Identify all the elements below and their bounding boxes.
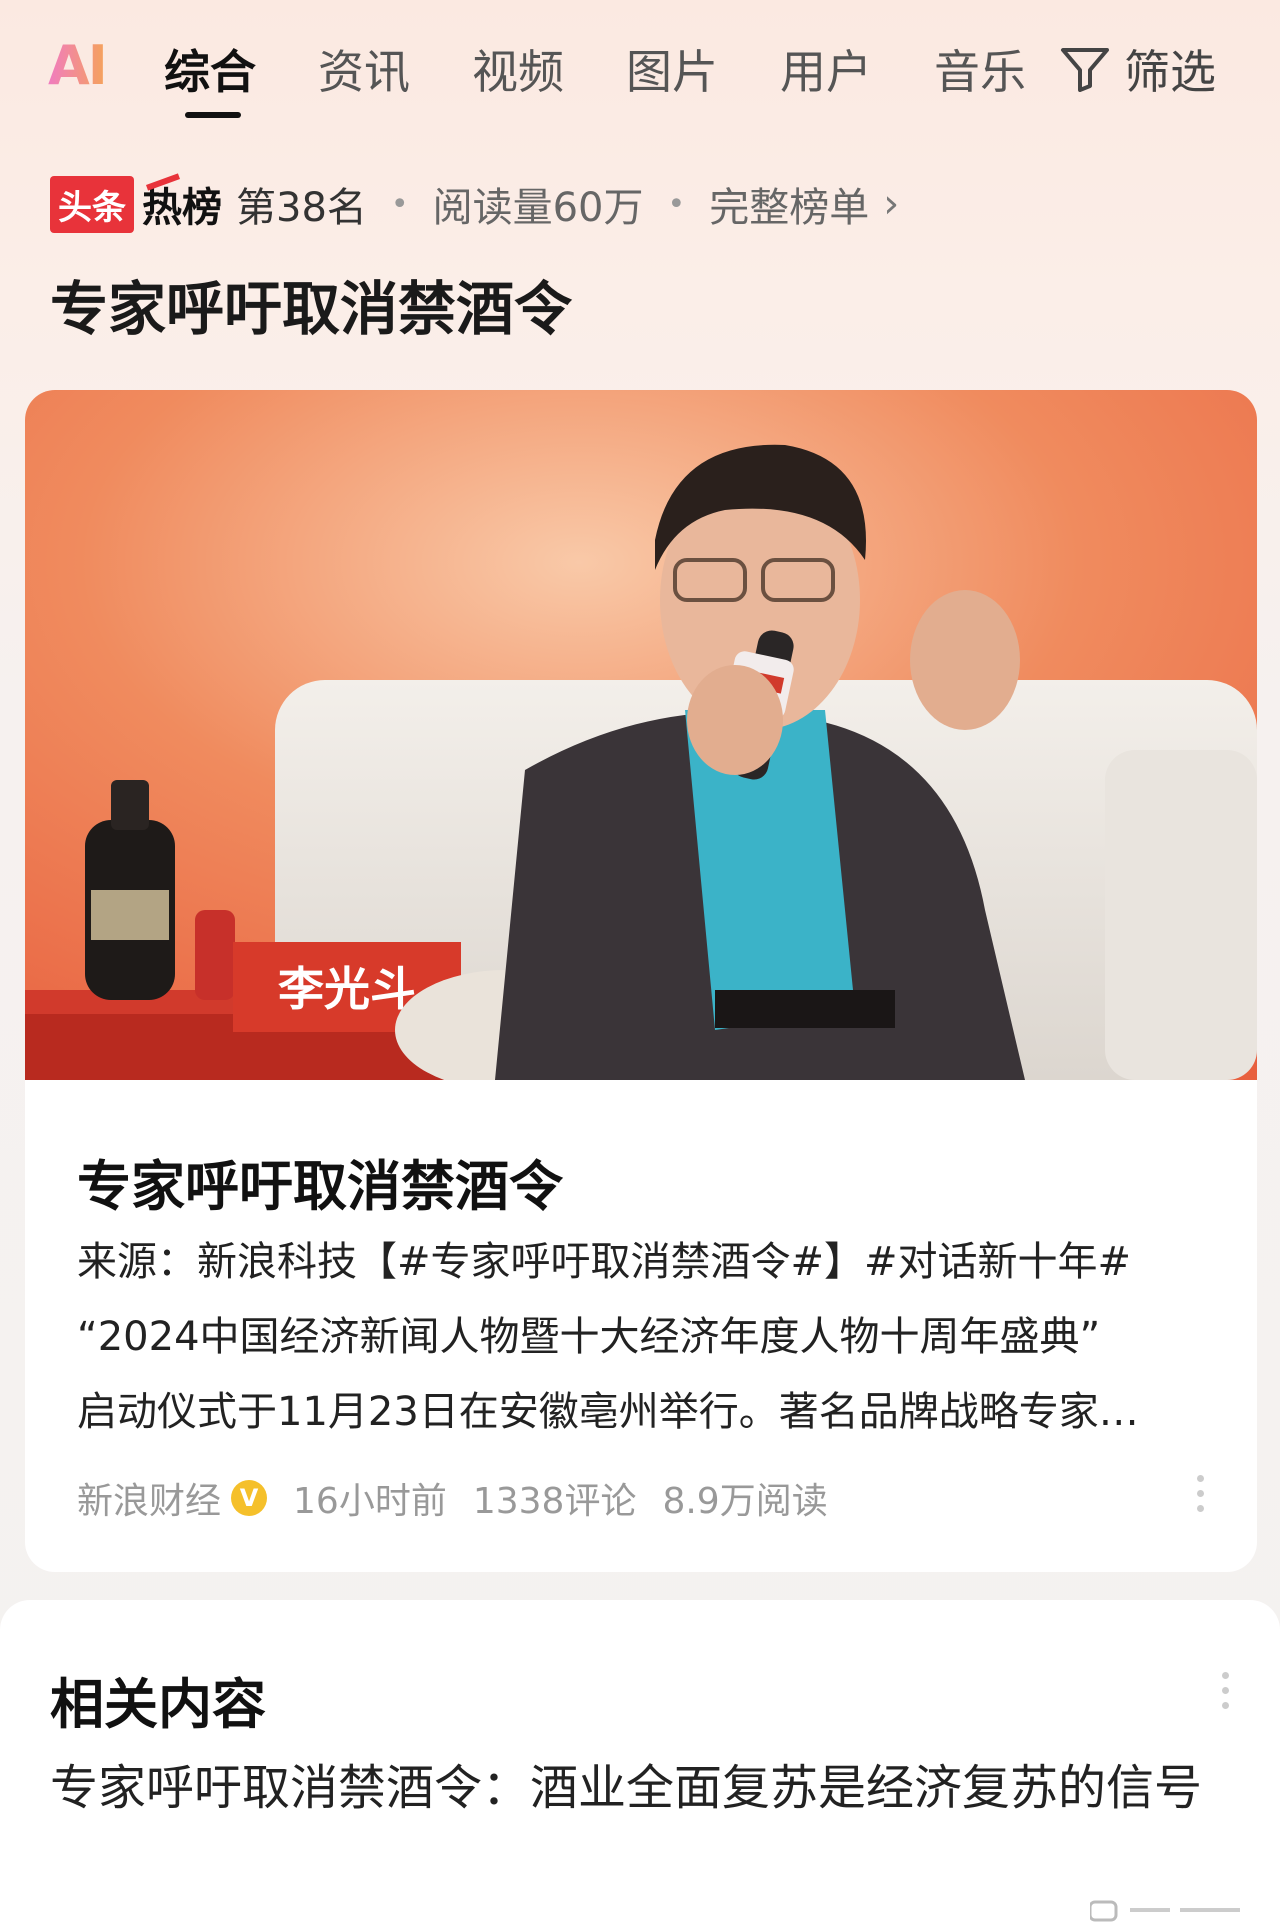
filter-label: 筛选	[1124, 45, 1216, 99]
summary-line: 来源：新浪科技【#专家呼吁取消禁酒令#】#对话新十年#	[77, 1239, 1132, 1285]
verified-badge-icon: V	[231, 1480, 268, 1516]
comment-count: 1338评论	[472, 1481, 637, 1522]
summary-line: “2024中国经济新闻人物暨十大经济年度人物十周年盛典”	[77, 1314, 1101, 1360]
article-card[interactable]: 李光斗 专家呼吁取消禁酒令 来源：新浪科技【#专家呼吁取消禁酒令#】#对话新十年…	[25, 390, 1257, 1572]
full-list-link[interactable]: 完整榜单	[709, 175, 869, 233]
more-options-icon[interactable]	[1197, 1475, 1207, 1512]
tab-users[interactable]: 用户	[780, 36, 872, 102]
related-title: 相关内容	[50, 1673, 266, 1736]
read-count: 8.9万阅读	[662, 1481, 828, 1522]
ai-logo[interactable]: AI	[48, 34, 108, 97]
top-tab-bar: AI 综合 资讯 视频 图片 用户 音乐 筛选	[0, 0, 1280, 130]
hot-list-badge: 热榜	[142, 175, 222, 233]
tab-music[interactable]: 音乐	[934, 36, 1026, 102]
scroll-handle-icon	[1090, 1900, 1250, 1922]
hot-rank-bar[interactable]: 头条 热榜 第38名 • 阅读量60万 • 完整榜单 ›	[50, 175, 900, 233]
source-name[interactable]: 新浪财经	[77, 1472, 221, 1524]
topic-title: 专家呼吁取消禁酒令	[50, 275, 573, 343]
chevron-right-icon: ›	[883, 181, 900, 227]
toutiao-badge: 头条	[50, 175, 134, 233]
tab-news[interactable]: 资讯	[318, 36, 410, 102]
separator-dot: •	[667, 186, 686, 222]
filter-icon	[1061, 48, 1109, 92]
tab-images[interactable]: 图片	[626, 36, 718, 102]
tab-comprehensive[interactable]: 综合	[164, 36, 256, 102]
filter-button[interactable]: 筛选	[1060, 36, 1216, 102]
separator-dot: •	[390, 186, 409, 222]
more-options-icon[interactable]	[1222, 1672, 1232, 1709]
rank-text: 第38名	[236, 185, 367, 231]
article-meta: 新浪财经 V 16小时前 1338评论 8.9万阅读	[77, 1472, 854, 1524]
publish-time: 16小时前	[293, 1481, 447, 1522]
summary-line: 启动仪式于11月23日在安徽亳州举行。著名品牌战略专家…	[77, 1389, 1139, 1435]
tab-video[interactable]: 视频	[472, 36, 564, 102]
read-count: 阅读量60万	[432, 185, 644, 231]
active-tab-indicator	[185, 112, 241, 118]
article-title[interactable]: 专家呼吁取消禁酒令	[77, 1142, 563, 1221]
article-summary[interactable]: 来源：新浪科技【#专家呼吁取消禁酒令#】#对话新十年# “2024中国经济新闻人…	[77, 1225, 1217, 1450]
related-item[interactable]: 专家呼吁取消禁酒令：酒业全面复苏是经济复苏的信号	[50, 1750, 1210, 1826]
article-image[interactable]: 李光斗	[25, 390, 1257, 1080]
related-section: 相关内容 专家呼吁取消禁酒令：酒业全面复苏是经济复苏的信号	[0, 1600, 1280, 1927]
name-card-text: 李光斗	[278, 962, 416, 1016]
